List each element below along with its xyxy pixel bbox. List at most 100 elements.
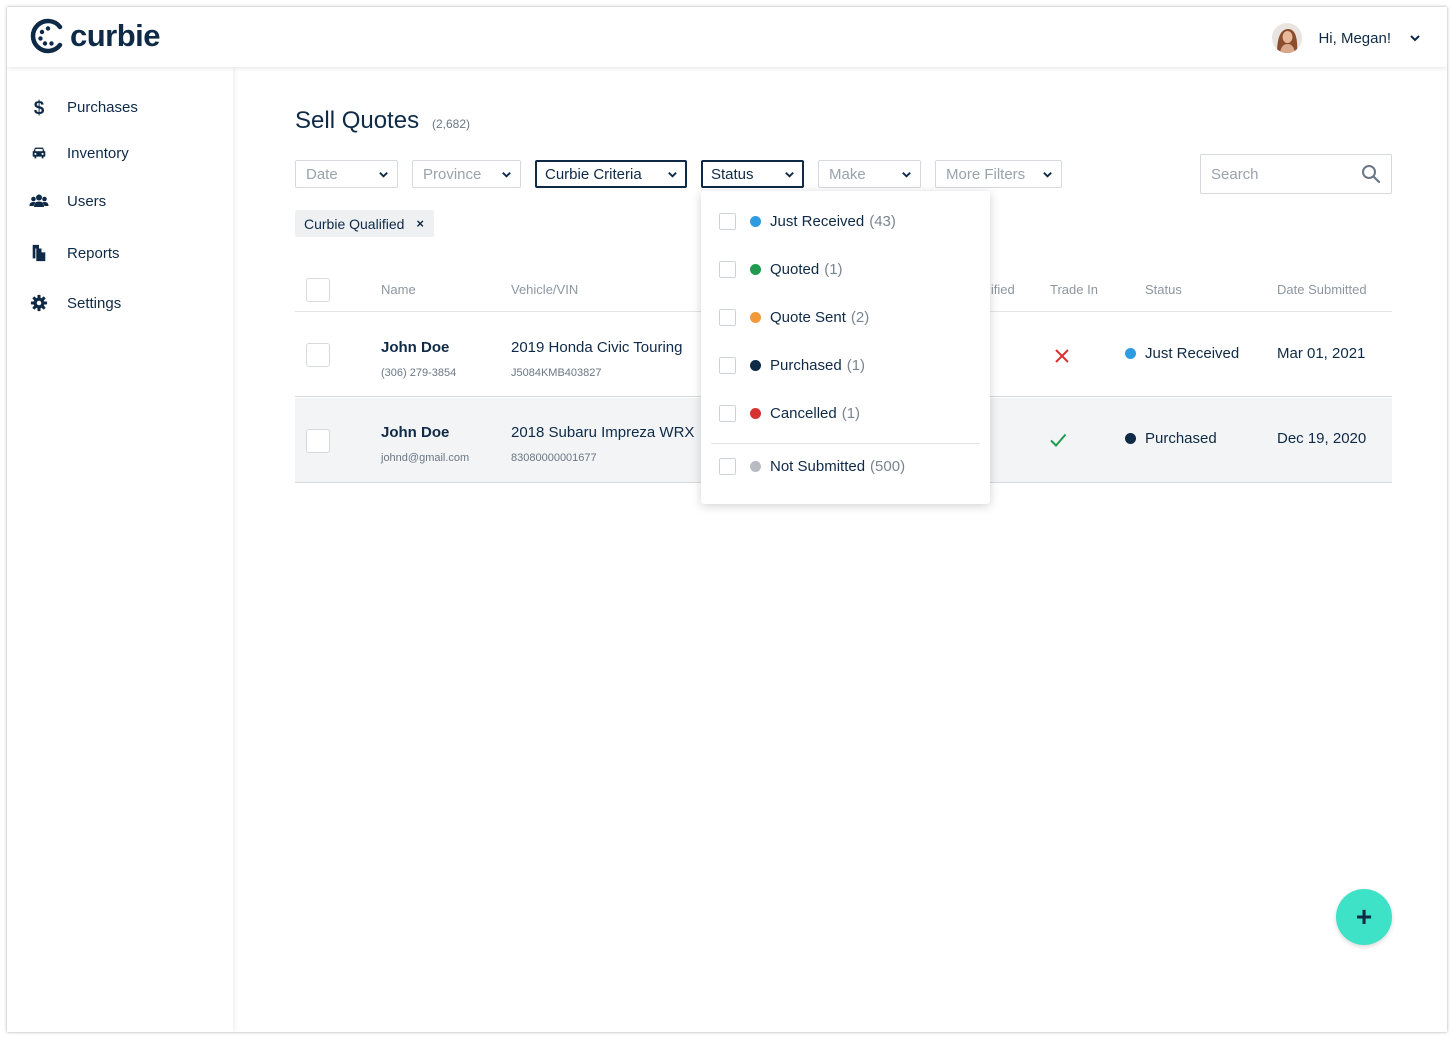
status-dot <box>750 264 761 275</box>
status-badge: Purchased <box>1125 430 1217 447</box>
vehicle-vin: 83080000001677 <box>511 452 597 464</box>
filter-label: Province <box>423 165 482 183</box>
search-icon[interactable] <box>1361 164 1381 184</box>
option-checkbox[interactable] <box>719 309 736 326</box>
status-option-just-received[interactable]: Just Received (43) <box>719 213 896 230</box>
column-header-name[interactable]: Name <box>381 282 416 297</box>
row-checkbox[interactable] <box>306 343 330 367</box>
column-header-date-submitted[interactable]: Date Submitted <box>1277 282 1367 297</box>
status-option-quoted[interactable]: Quoted (1) <box>719 261 843 278</box>
make-filter[interactable]: Make <box>818 160 921 188</box>
sidebar-item-reports[interactable]: Reports <box>29 243 120 263</box>
sidebar-item-purchases[interactable]: $ Purchases <box>29 97 138 117</box>
column-header-vehicle[interactable]: Vehicle/VIN <box>511 282 578 297</box>
status-option-quote-sent[interactable]: Quote Sent (2) <box>719 309 869 326</box>
option-checkbox[interactable] <box>719 213 736 230</box>
column-header-trade-in[interactable]: Trade In <box>1050 282 1098 297</box>
customer-name: John Doe <box>381 339 450 356</box>
curbie-logo-icon <box>30 18 63 54</box>
plus-icon: + <box>1355 901 1373 932</box>
chevron-down-icon <box>379 171 388 178</box>
top-header: curbie Hi, Megan! <box>7 7 1447 67</box>
option-label: Just Received <box>770 213 865 230</box>
select-all-checkbox[interactable] <box>306 278 330 302</box>
column-header-qualified[interactable]: lified <box>988 282 1015 297</box>
status-option-purchased[interactable]: Purchased (1) <box>719 357 865 374</box>
status-option-cancelled[interactable]: Cancelled (1) <box>719 405 860 422</box>
vehicle-name: 2018 Subaru Impreza WRX <box>511 424 695 441</box>
curbie-criteria-filter[interactable]: Curbie Criteria <box>535 160 687 188</box>
status-text: Just Received <box>1145 345 1240 362</box>
dropdown-divider <box>711 443 980 444</box>
add-quote-button[interactable]: + <box>1336 889 1392 945</box>
more-filters[interactable]: More Filters <box>935 160 1062 188</box>
option-label: Not Submitted <box>770 458 866 475</box>
option-checkbox[interactable] <box>719 357 736 374</box>
status-filter[interactable]: Status <box>701 160 804 188</box>
filter-chip-curbie-qualified: Curbie Qualified × <box>295 210 434 237</box>
sidebar-item-label: Settings <box>67 294 122 312</box>
user-menu[interactable]: Hi, Megan! <box>1272 23 1421 53</box>
dollar-icon: $ <box>29 97 49 117</box>
option-checkbox[interactable] <box>719 405 736 422</box>
status-dot <box>750 360 761 371</box>
result-count: (2,682) <box>432 117 471 131</box>
search-input[interactable] <box>1211 165 1351 183</box>
option-count: (43) <box>869 213 896 230</box>
status-dropdown-menu: Just Received (43) Quoted (1) Quote Sent… <box>701 191 990 504</box>
customer-contact: (306) 279-3854 <box>381 367 457 379</box>
option-count: (2) <box>850 309 870 326</box>
chevron-down-icon[interactable] <box>1409 32 1421 44</box>
vehicle-vin: J5084KMB403827 <box>511 367 602 379</box>
gear-icon <box>29 293 49 313</box>
curbie-logo[interactable]: curbie <box>30 18 161 54</box>
close-icon[interactable]: × <box>416 216 424 231</box>
sidebar-item-settings[interactable]: Settings <box>29 293 121 313</box>
status-badge: Just Received <box>1125 345 1239 362</box>
filter-label: Make <box>829 165 866 183</box>
car-icon <box>29 143 49 163</box>
chevron-down-icon <box>1043 171 1052 178</box>
sidebar-item-inventory[interactable]: Inventory <box>29 143 129 163</box>
reports-icon <box>29 243 49 263</box>
search-box <box>1200 154 1392 194</box>
chevron-down-icon <box>902 171 911 178</box>
status-option-not-submitted[interactable]: Not Submitted (500) <box>719 458 905 475</box>
column-header-status[interactable]: Status <box>1145 282 1182 297</box>
customer-contact: johnd@gmail.com <box>381 452 470 464</box>
date-filter[interactable]: Date <box>295 160 398 188</box>
option-count: (1) <box>846 357 866 374</box>
option-checkbox[interactable] <box>719 261 736 278</box>
filter-label: Date <box>306 165 338 183</box>
option-label: Cancelled <box>770 405 837 422</box>
x-icon <box>1055 349 1069 363</box>
check-icon <box>1050 433 1067 447</box>
filter-label: Status <box>711 165 754 183</box>
status-dot <box>750 408 761 419</box>
province-filter[interactable]: Province <box>412 160 521 188</box>
chevron-down-icon <box>785 171 794 178</box>
customer-name: John Doe <box>381 424 450 441</box>
status-dot <box>750 312 761 323</box>
app-window: curbie Hi, Megan! $ Purchases Inventory … <box>7 7 1447 1032</box>
option-checkbox[interactable] <box>719 458 736 475</box>
filter-label: Curbie Criteria <box>545 165 642 183</box>
user-greeting: Hi, Megan! <box>1318 29 1391 47</box>
filter-label: More Filters <box>946 165 1026 183</box>
date-submitted: Dec 19, 2020 <box>1277 430 1367 447</box>
option-label: Quote Sent <box>770 309 846 326</box>
users-icon <box>29 191 49 211</box>
sidebar-item-label: Inventory <box>67 144 129 162</box>
sidebar-item-label: Purchases <box>67 98 138 116</box>
chevron-down-icon <box>502 171 511 178</box>
sidebar-item-label: Reports <box>67 244 120 262</box>
status-dot <box>1125 433 1136 444</box>
chip-label: Curbie Qualified <box>304 215 405 232</box>
sidebar-item-users[interactable]: Users <box>29 191 106 211</box>
row-checkbox[interactable] <box>306 429 330 453</box>
option-label: Purchased <box>770 357 842 374</box>
sidebar: $ Purchases Inventory Users Reports Sett… <box>7 67 233 1032</box>
avatar[interactable] <box>1272 23 1303 53</box>
vehicle-name: 2019 Honda Civic Touring <box>511 339 683 356</box>
page-title: Sell Quotes <box>295 107 420 134</box>
